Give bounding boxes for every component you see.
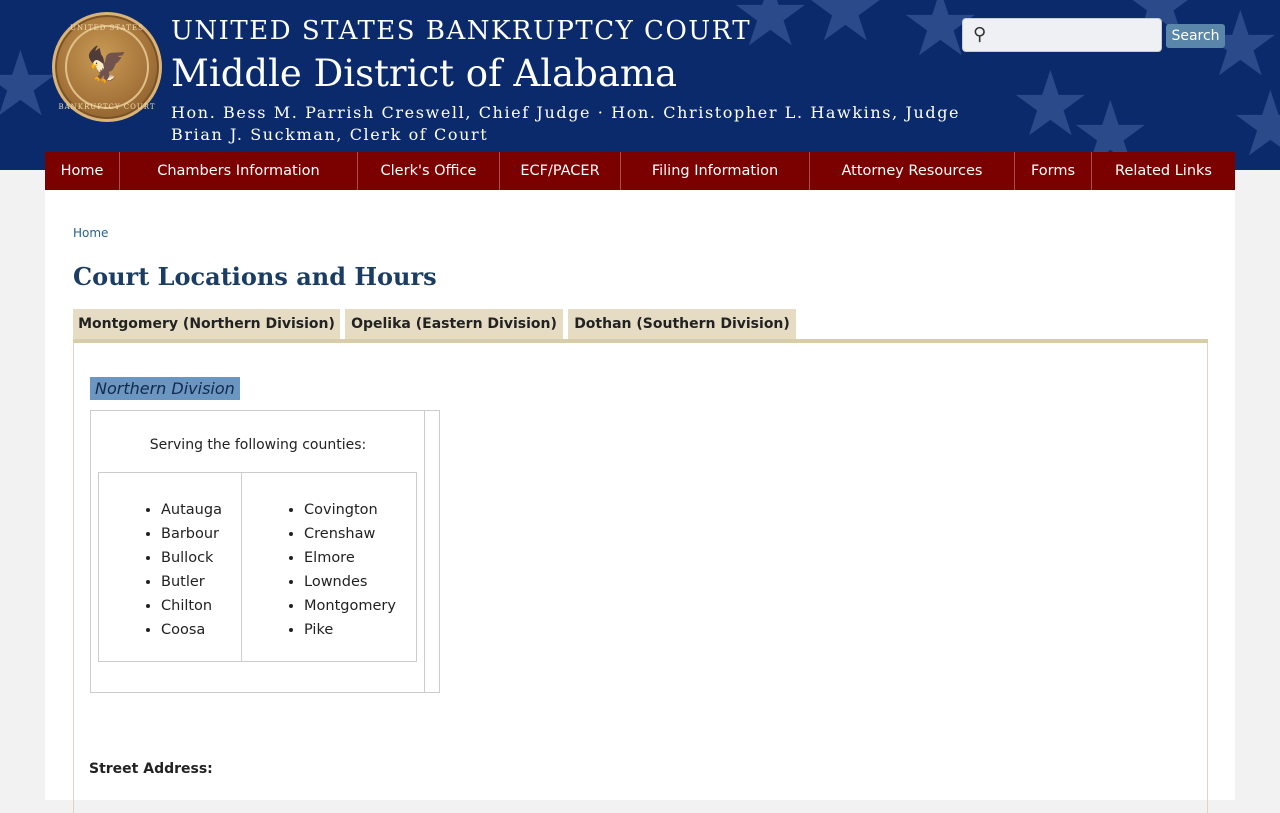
nav-forms[interactable]: Forms: [1015, 152, 1092, 190]
nav-clerks-office[interactable]: Clerk's Office: [358, 152, 500, 190]
county-column-right: Covington Crenshaw Elmore Lowndes Montgo…: [242, 473, 416, 661]
list-item: Butler: [161, 570, 222, 594]
seal-text-bottom: BANKRUPTCY COURT: [58, 103, 156, 111]
court-seal: UNITED STATES 🦅 BANKRUPTCY COURT: [52, 12, 162, 122]
list-item: Covington: [304, 498, 396, 522]
tab-panel: Northern Division Serving the following …: [73, 343, 1208, 813]
nav-chambers-information[interactable]: Chambers Information: [120, 152, 358, 190]
box-scroll-strip: [424, 411, 439, 692]
list-item: Pike: [304, 618, 396, 642]
list-item: Elmore: [304, 546, 396, 570]
division-heading: Northern Division: [90, 377, 240, 400]
star-decoration-icon: ★: [0, 32, 61, 137]
page-title: Court Locations and Hours: [73, 262, 437, 291]
seal-text-top: UNITED STATES: [70, 24, 144, 32]
tab-montgomery[interactable]: Montgomery (Northern Division): [73, 309, 340, 339]
search-button[interactable]: Search: [1166, 24, 1225, 48]
search-field[interactable]: ⚲: [962, 18, 1162, 52]
list-item: Barbour: [161, 522, 222, 546]
nav-filing-information[interactable]: Filing Information: [621, 152, 810, 190]
site-header: ★ ★ ★ ★ ★ ★ ★ ★ ★ UNITED STATES 🦅 BANKRU…: [0, 0, 1280, 170]
county-column-left: Autauga Barbour Bullock Butler Chilton C…: [99, 473, 242, 661]
main-nav: Home Chambers Information Clerk's Office…: [45, 152, 1235, 190]
main-content: Home Court Locations and Hours Montgomer…: [45, 190, 1235, 813]
county-table: Autauga Barbour Bullock Butler Chilton C…: [98, 472, 417, 662]
tab-opelika[interactable]: Opelika (Eastern Division): [345, 309, 563, 339]
clerk-line: Brian J. Suckman, Clerk of Court: [171, 125, 489, 144]
court-name[interactable]: UNITED STATES BANKRUPTCY COURT: [171, 16, 751, 46]
list-item: Chilton: [161, 594, 222, 618]
list-item: Lowndes: [304, 570, 396, 594]
district-name[interactable]: Middle District of Alabama: [171, 52, 677, 95]
list-item: Crenshaw: [304, 522, 396, 546]
eagle-icon: 🦅: [85, 45, 129, 85]
serving-text: Serving the following counties:: [149, 437, 367, 453]
list-item: Coosa: [161, 618, 222, 642]
nav-ecf-pacer[interactable]: ECF/PACER: [500, 152, 621, 190]
list-item: Autauga: [161, 498, 222, 522]
judges-line: Hon. Bess M. Parrish Creswell, Chief Jud…: [171, 103, 961, 122]
street-address-label: Street Address:: [89, 761, 213, 777]
division-tabs: Montgomery (Northern Division) Opelika (…: [73, 309, 801, 339]
list-item: Montgomery: [304, 594, 396, 618]
list-item: Bullock: [161, 546, 222, 570]
magnifier-icon: ⚲: [973, 24, 987, 45]
nav-home[interactable]: Home: [45, 152, 120, 190]
search-input[interactable]: [997, 23, 1157, 47]
nav-related-links[interactable]: Related Links: [1092, 152, 1235, 190]
breadcrumb-home[interactable]: Home: [73, 226, 108, 240]
tab-dothan[interactable]: Dothan (Southern Division): [568, 309, 796, 339]
counties-box: Serving the following counties: Autauga …: [90, 410, 440, 693]
star-decoration-icon: ★: [805, 0, 886, 62]
star-decoration-icon: ★: [1230, 72, 1280, 170]
nav-attorney-resources[interactable]: Attorney Resources: [810, 152, 1015, 190]
